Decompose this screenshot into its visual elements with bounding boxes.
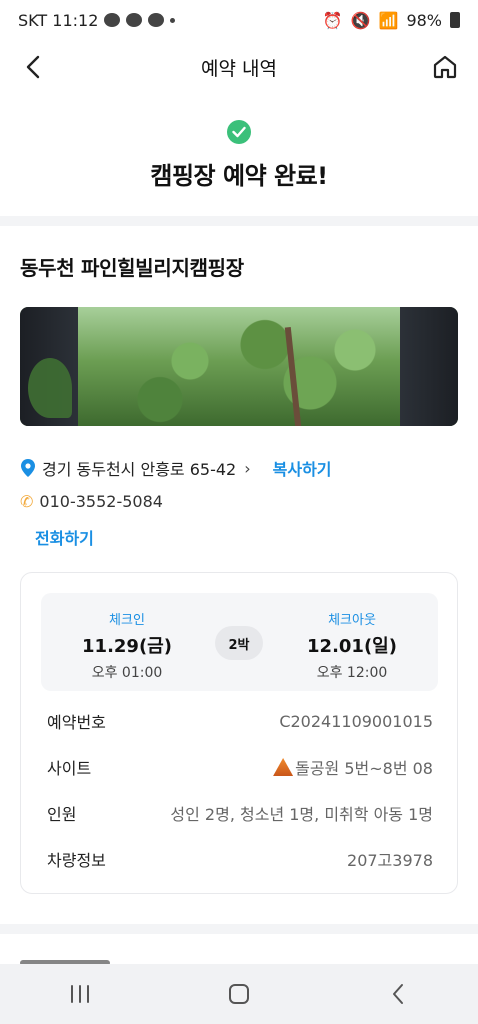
detail-label: 예약번호 [47, 713, 106, 732]
section-divider [0, 216, 478, 226]
nights-badge: 2박 [215, 626, 263, 660]
detail-row-vehicle: 차량정보 207고3978 [47, 847, 433, 871]
detail-label: 사이트 [47, 759, 92, 778]
detail-row-reservation-number: 예약번호 C20241109001015 [47, 709, 433, 733]
section-divider [0, 924, 478, 934]
completion-title: 캠핑장 예약 완료! [150, 162, 328, 190]
booking-card: 체크인 11.29(금) 오후 01:00 2박 체크아웃 12.01(일) 오… [20, 572, 458, 894]
talk-notification-icon [104, 13, 121, 27]
app-notification-icon [148, 13, 165, 27]
alarm-icon: ⏰ [322, 10, 343, 30]
status-bar: SKT 11:12 ⏰ 🔇 📶 98% [0, 0, 478, 40]
detail-label: 인원 [47, 805, 77, 824]
campsite-name: 동두천 파인힐빌리지캠핑장 [20, 256, 244, 280]
back-button[interactable] [18, 52, 48, 82]
status-time: SKT 11:12 [18, 10, 99, 30]
checkout-block: 체크아웃 12.01(일) 오후 12:00 [282, 609, 422, 682]
checkout-label: 체크아웃 [328, 613, 376, 628]
checkout-time: 오후 12:00 [316, 665, 388, 681]
detail-row-guests: 인원 성인 2명, 청소년 1명, 미취학 아동 1명 [47, 801, 433, 825]
battery-icon [450, 12, 460, 28]
phone-number: 010-3552-5084 [39, 492, 163, 511]
battery-label: 98% [406, 10, 442, 30]
check-circle-icon [227, 120, 251, 144]
status-right: ⏰ 🔇 📶 98% [323, 11, 460, 30]
checkin-label: 체크인 [109, 613, 145, 628]
home-system-button[interactable] [219, 974, 259, 1014]
call-button[interactable]: 전화하기 [35, 525, 94, 549]
phone-row: ✆ 010-3552-5084 [20, 492, 163, 511]
system-nav-bar [0, 964, 478, 1024]
checkin-block: 체크인 11.29(금) 오후 01:00 [57, 609, 197, 682]
detail-value: C20241109001015 [279, 711, 433, 731]
detail-row-site: 사이트 돌공원 5번~8번 08 [47, 755, 433, 779]
phone-icon: ✆ [20, 492, 34, 511]
detail-value: 성인 2명, 청소년 1명, 미취학 아동 1명 [170, 805, 433, 824]
recent-apps-icon [70, 985, 89, 1003]
status-left: SKT 11:12 [18, 10, 176, 30]
more-notifications-icon [170, 17, 176, 23]
checkout-date: 12.01(일) [307, 636, 397, 657]
checkin-date: 11.29(금) [82, 636, 172, 657]
address-text[interactable]: 경기 동두천시 안흥로 65-42 [42, 456, 236, 480]
detail-value: 207고3978 [347, 851, 433, 870]
recent-apps-button[interactable] [60, 974, 100, 1014]
tent-icon [273, 758, 294, 776]
home-square-icon [228, 984, 249, 1004]
back-chevron-icon [393, 984, 404, 1004]
top-nav: 예약 내역 [0, 40, 478, 94]
page-title: 예약 내역 [201, 57, 277, 80]
chevron-right-icon: › [244, 458, 251, 478]
campsite-photo[interactable] [20, 307, 458, 426]
location-pin-icon [21, 459, 35, 477]
wifi-icon: 📶 [378, 10, 399, 30]
copy-address-button[interactable]: 복사하기 [273, 456, 332, 480]
system-back-button[interactable] [378, 974, 418, 1014]
detail-value: 돌공원 5번~8번 08 [295, 759, 433, 778]
completion-banner: 캠핑장 예약 완료! [0, 120, 478, 191]
checkin-time: 오후 01:00 [91, 665, 163, 681]
mute-icon: 🔇 [350, 10, 371, 30]
address-row: 경기 동두천시 안흥로 65-42 › 복사하기 [20, 456, 332, 480]
home-button[interactable] [430, 52, 460, 82]
date-summary: 체크인 11.29(금) 오후 01:00 2박 체크아웃 12.01(일) 오… [41, 593, 438, 691]
chat-notification-icon [126, 13, 143, 27]
detail-value-wrap: 돌공원 5번~8번 08 [273, 755, 433, 779]
home-icon [433, 55, 457, 79]
back-arrow-icon [26, 55, 40, 79]
detail-label: 차량정보 [47, 851, 106, 870]
